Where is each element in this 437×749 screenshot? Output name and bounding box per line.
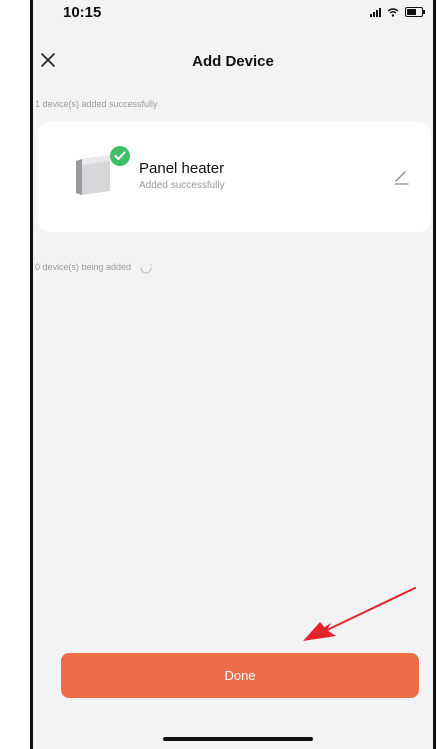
- edit-device-button[interactable]: [393, 168, 411, 186]
- done-button[interactable]: Done: [61, 653, 419, 698]
- edit-icon: [394, 171, 409, 185]
- device-name: Panel heater: [139, 160, 225, 177]
- status-time: 10:15: [63, 4, 102, 21]
- page-title: Add Device: [192, 53, 274, 70]
- adding-status-row: 0 device(s) being added: [35, 260, 153, 274]
- home-indicator: [163, 737, 313, 741]
- device-card[interactable]: Panel heater Added successfully: [38, 122, 431, 232]
- phone-screen: 10:15 Add Device 1 device(s) added succe…: [30, 0, 436, 749]
- check-icon: [114, 151, 126, 160]
- success-badge: [110, 146, 130, 166]
- status-bar: 10:15: [33, 0, 433, 34]
- nav-bar: Add Device: [33, 40, 433, 80]
- device-status: Added successfully: [139, 180, 225, 191]
- battery-icon: [405, 7, 425, 17]
- signal-icon: [370, 7, 381, 17]
- status-icons: [370, 7, 425, 17]
- wifi-icon: [387, 7, 399, 17]
- added-count-label: 1 device(s) added successfully: [35, 99, 158, 109]
- screenshot-frame: 10:15 Add Device 1 device(s) added succe…: [0, 0, 437, 749]
- annotation-arrow: [303, 587, 416, 641]
- panel-heater-icon: [76, 155, 110, 195]
- loading-spinner-icon: [140, 264, 152, 274]
- adding-count-label: 0 device(s) being added: [35, 262, 132, 272]
